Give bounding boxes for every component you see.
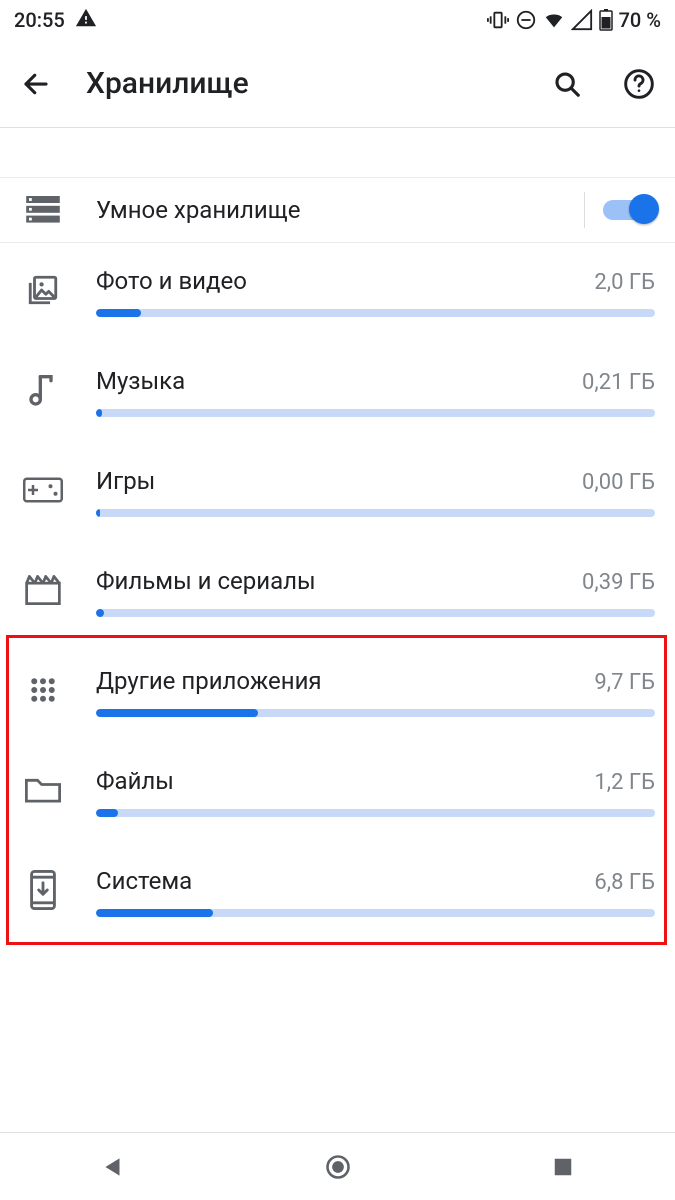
battery-icon xyxy=(599,9,613,31)
divider xyxy=(584,192,585,228)
storage-item-label: Музыка xyxy=(96,367,185,395)
storage-item-label: Фильмы и сериалы xyxy=(96,567,316,595)
app-bar: Хранилище xyxy=(0,40,675,128)
storage-item-size: 1,2 ГБ xyxy=(594,770,655,795)
files-icon xyxy=(20,767,66,813)
nav-bar xyxy=(0,1132,675,1200)
storage-item-bar xyxy=(96,709,655,717)
signal-icon xyxy=(571,9,593,31)
nav-recent-button[interactable] xyxy=(523,1145,603,1189)
status-bar: 20:55 70 % xyxy=(0,0,675,40)
storage-item-label: Система xyxy=(96,867,192,895)
storage-item-label: Файлы xyxy=(96,767,174,795)
storage-item-bar xyxy=(96,309,655,317)
storage-item-bar xyxy=(96,409,655,417)
storage-item-games[interactable]: Игры 0,00 ГБ xyxy=(0,443,675,543)
smart-storage-row[interactable]: Умное хранилище xyxy=(0,178,675,243)
warning-icon xyxy=(75,7,97,34)
wifi-icon xyxy=(543,9,565,31)
storage-item-label: Другие приложения xyxy=(96,667,322,695)
storage-item-label: Игры xyxy=(96,467,155,495)
nav-back-button[interactable] xyxy=(73,1145,153,1189)
storage-item-size: 0,21 ГБ xyxy=(582,370,655,395)
help-button[interactable] xyxy=(617,62,661,106)
storage-item-movies[interactable]: Фильмы и сериалы 0,39 ГБ xyxy=(0,543,675,643)
storage-item-size: 2,0 ГБ xyxy=(594,270,655,295)
storage-item-photos[interactable]: Фото и видео 2,0 ГБ xyxy=(0,243,675,343)
smart-storage-label: Умное хранилище xyxy=(96,196,554,224)
storage-item-bar xyxy=(96,609,655,617)
page-title: Хранилище xyxy=(86,66,517,101)
system-icon xyxy=(20,867,66,913)
nav-home-button[interactable] xyxy=(298,1145,378,1189)
battery-pct: 70 % xyxy=(619,8,661,32)
vibrate-icon xyxy=(487,9,509,31)
apps-icon xyxy=(20,667,66,713)
games-icon xyxy=(20,467,66,513)
storage-item-bar xyxy=(96,909,655,917)
storage-item-size: 6,8 ГБ xyxy=(594,870,655,895)
storage-item-size: 9,7 ГБ xyxy=(594,670,655,695)
status-time: 20:55 xyxy=(14,8,65,32)
storage-item-size: 0,39 ГБ xyxy=(582,570,655,595)
dnd-icon xyxy=(515,9,537,31)
storage-item-label: Фото и видео xyxy=(96,267,247,295)
storage-item-bar xyxy=(96,809,655,817)
storage-item-system[interactable]: Система 6,8 ГБ xyxy=(0,843,675,943)
storage-item-music[interactable]: Музыка 0,21 ГБ xyxy=(0,343,675,443)
back-button[interactable] xyxy=(14,62,58,106)
storage-item-files[interactable]: Файлы 1,2 ГБ xyxy=(0,743,675,843)
storage-categories: Фото и видео 2,0 ГБ Музыка 0,21 ГБ Игры 0,00 … xyxy=(0,243,675,943)
smart-storage-toggle[interactable] xyxy=(603,196,655,224)
storage-item-bar xyxy=(96,509,655,517)
storage-item-apps[interactable]: Другие приложения 9,7 ГБ xyxy=(0,643,675,743)
storage-item-size: 0,00 ГБ xyxy=(582,470,655,495)
music-icon xyxy=(20,367,66,413)
photos-icon xyxy=(20,267,66,313)
movies-icon xyxy=(20,567,66,613)
storage-icon xyxy=(20,196,66,224)
search-button[interactable] xyxy=(545,62,589,106)
spacer xyxy=(0,128,675,178)
